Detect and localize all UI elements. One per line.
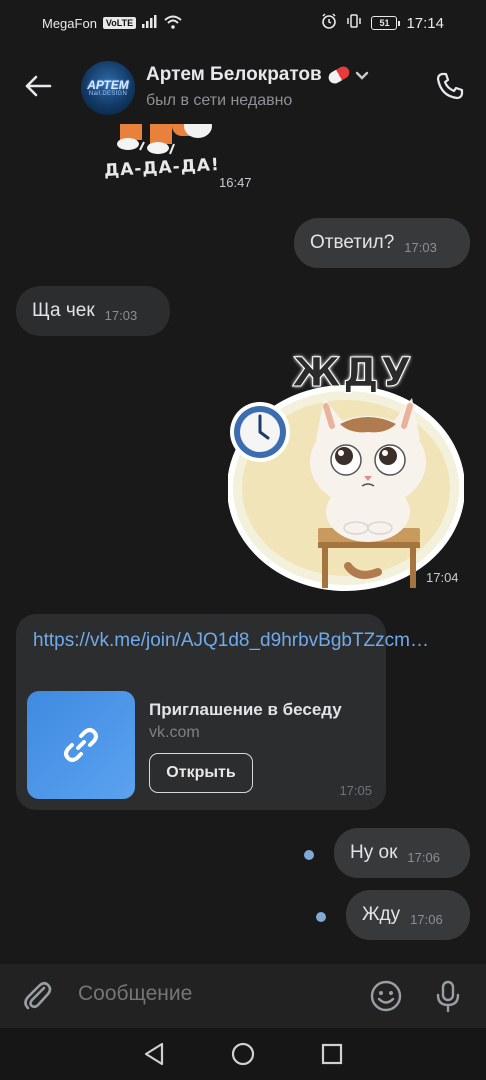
sticker2-time: 17:04 <box>424 570 459 585</box>
nav-recents-button[interactable] <box>317 1039 347 1069</box>
message-text: Ответил? <box>310 232 395 253</box>
contact-name-button[interactable]: Артем Белократов <box>146 64 370 86</box>
wifi-icon <box>164 15 182 32</box>
status-bar: MegaFon VoLTE 51 17:14 <box>0 0 486 46</box>
outgoing-message[interactable]: Ответил? 17:03 <box>294 218 470 268</box>
sticker-wait-caption: ЖДУ <box>291 350 414 397</box>
status-left: MegaFon VoLTE <box>42 15 182 32</box>
incoming-message[interactable]: Ща чек 17:03 <box>16 286 170 336</box>
pill-emoji-icon <box>326 64 352 86</box>
smile-icon <box>370 980 402 1012</box>
chevron-down-icon <box>355 71 368 80</box>
message-time: 17:03 <box>104 307 138 323</box>
contact-status: был в сети недавно <box>146 92 293 109</box>
paperclip-icon <box>24 981 52 1010</box>
chain-link-icon <box>64 728 98 762</box>
message-text: Ну ок <box>350 842 398 863</box>
nav-home-button[interactable] <box>228 1039 258 1069</box>
unread-dot <box>304 850 314 860</box>
volte-badge: VoLTE <box>102 17 137 29</box>
avatar-subtext: Nail.DESIGN <box>88 91 128 97</box>
contact-name: Артем Белократов <box>146 64 322 85</box>
invite-link[interactable]: https://vk.me/join/AJQ1d8_d9hrbvBgbTZzcm… <box>33 626 429 655</box>
back-button[interactable] <box>20 68 56 104</box>
avatar[interactable]: АРТЕМ Nail.DESIGN <box>81 61 135 115</box>
voice-button[interactable] <box>430 978 466 1014</box>
arrow-left-icon <box>25 75 52 97</box>
vibrate-icon <box>346 13 362 33</box>
link-title: Приглашение в беседу <box>149 700 342 719</box>
sticker-wait-cat[interactable]: ЖДУ <box>227 350 465 592</box>
message-time: 17:06 <box>410 911 443 927</box>
open-invite-button[interactable]: Открыть <box>149 753 253 793</box>
message-time: 17:06 <box>407 849 440 865</box>
sticker1-time: 16:47 <box>219 175 252 190</box>
message-input[interactable] <box>78 982 348 1006</box>
alarm-icon <box>321 13 337 33</box>
status-right: 51 17:14 <box>321 13 444 33</box>
message-text: Жду <box>362 904 401 925</box>
link-thumbnail[interactable] <box>27 691 135 799</box>
outgoing-message[interactable]: Жду 17:06 <box>346 890 470 940</box>
square-recents-icon <box>321 1043 342 1065</box>
chat-header: АРТЕМ Nail.DESIGN Артем Белократов был в… <box>0 46 486 124</box>
phone-icon <box>436 72 464 100</box>
attach-button[interactable] <box>20 978 56 1014</box>
system-navigation-bar <box>0 1028 486 1080</box>
link-domain: vk.com <box>149 724 200 741</box>
emoji-button[interactable] <box>368 978 404 1014</box>
message-time: 17:05 <box>339 783 372 798</box>
call-button[interactable] <box>432 68 468 104</box>
circle-home-icon <box>231 1042 255 1066</box>
outgoing-message[interactable]: Ну ок 17:06 <box>334 828 470 878</box>
clock: 17:14 <box>406 14 444 32</box>
avatar-text: АРТЕМ <box>87 78 129 92</box>
nav-back-button[interactable] <box>139 1039 169 1069</box>
triangle-back-icon <box>145 1042 164 1066</box>
signal-icon <box>142 15 158 31</box>
sticker-dadada[interactable]: ДА-ДА-ДА! <box>100 124 220 194</box>
message-list[interactable]: ДА-ДА-ДА! 16:47 Ответил? 17:03 Ща чек 17… <box>0 124 486 964</box>
message-composer <box>0 964 486 1028</box>
link-preview-message[interactable]: https://vk.me/join/AJQ1d8_d9hrbvBgbTZzcm… <box>16 614 429 810</box>
message-text: Ща чек <box>32 300 95 321</box>
unread-dot <box>316 912 326 922</box>
message-time: 17:03 <box>404 239 437 255</box>
microphone-icon <box>436 980 460 1013</box>
battery-icon: 51 <box>371 16 401 30</box>
carrier-label: MegaFon <box>42 15 97 31</box>
